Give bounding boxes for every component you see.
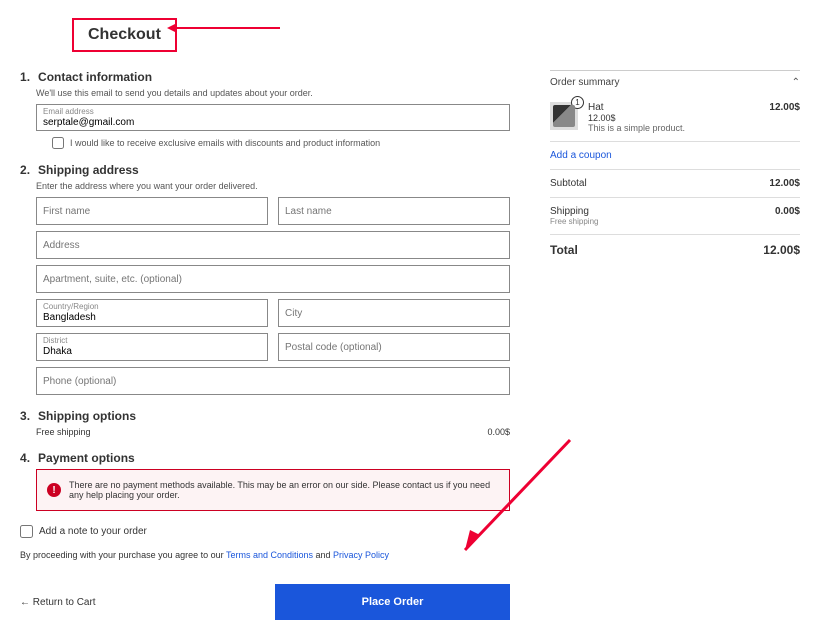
address-input[interactable]: [43, 240, 503, 251]
product-desc: This is a simple product.: [588, 123, 759, 133]
first-name-input[interactable]: [43, 206, 261, 217]
newsletter-label: I would like to receive exclusive emails…: [70, 138, 380, 148]
summary-ship-value: 0.00$: [775, 206, 800, 226]
return-cart-link[interactable]: Return to Cart: [20, 597, 96, 608]
error-icon: !: [47, 483, 61, 497]
country-field[interactable]: Country/Region: [36, 299, 268, 327]
phone-input[interactable]: [43, 376, 503, 387]
contact-desc: We'll use this email to send you details…: [36, 88, 510, 98]
note-label: Add a note to your order: [39, 526, 147, 537]
terms-text: By proceeding with your purchase you agr…: [20, 550, 510, 560]
shipping-desc: Enter the address where you want your or…: [36, 181, 510, 191]
place-order-button[interactable]: Place Order: [275, 584, 510, 620]
phone-field[interactable]: [36, 367, 510, 395]
product-price-line: 12.00$: [588, 113, 759, 123]
city-input[interactable]: [285, 308, 503, 319]
product-thumbnail: 1: [550, 102, 578, 130]
ship-method: Free shipping: [36, 427, 91, 437]
email-input[interactable]: [43, 117, 503, 128]
email-label: Email address: [43, 108, 503, 116]
address-field[interactable]: [36, 231, 510, 259]
email-field[interactable]: Email address: [36, 104, 510, 131]
country-input[interactable]: [43, 312, 261, 323]
summary-product-row: 1 Hat 12.00$ This is a simple product. 1…: [550, 94, 800, 141]
district-input[interactable]: [43, 346, 261, 357]
district-field[interactable]: District: [36, 333, 268, 361]
product-line-total: 12.00$: [769, 102, 800, 133]
subtotal-value: 12.00$: [769, 178, 800, 189]
summary-ship-sub: Free shipping: [550, 217, 598, 226]
qty-badge: 1: [571, 96, 584, 109]
postal-field[interactable]: [278, 333, 510, 361]
summary-ship-label: Shipping: [550, 206, 598, 217]
note-checkbox[interactable]: [20, 525, 33, 538]
summary-title: Order summary: [550, 77, 619, 88]
apt-field[interactable]: [36, 265, 510, 293]
payment-error-text: There are no payment methods available. …: [69, 480, 499, 500]
country-label: Country/Region: [43, 303, 261, 311]
section-heading-payment: Payment options: [20, 451, 510, 465]
terms-link[interactable]: Terms and Conditions: [226, 550, 313, 560]
newsletter-checkbox[interactable]: [52, 137, 64, 149]
total-label: Total: [550, 243, 578, 257]
section-heading-ship-opts: Shipping options: [20, 409, 510, 423]
district-label: District: [43, 337, 261, 345]
product-name: Hat: [588, 102, 759, 113]
last-name-field[interactable]: [278, 197, 510, 225]
ship-cost: 0.00$: [487, 427, 510, 437]
section-heading-contact: Contact information: [20, 70, 510, 84]
subtotal-label: Subtotal: [550, 178, 587, 189]
annotation-arrow-title: [170, 27, 280, 29]
first-name-field[interactable]: [36, 197, 268, 225]
chevron-up-icon: ⌃: [792, 77, 800, 88]
add-coupon-link[interactable]: Add a coupon: [550, 141, 800, 170]
payment-error-alert: ! There are no payment methods available…: [36, 469, 510, 511]
summary-header[interactable]: Order summary ⌃: [550, 70, 800, 94]
section-heading-shipping: Shipping address: [20, 163, 510, 177]
postal-input[interactable]: [285, 342, 503, 353]
city-field[interactable]: [278, 299, 510, 327]
last-name-input[interactable]: [285, 206, 503, 217]
privacy-link[interactable]: Privacy Policy: [333, 550, 389, 560]
apt-input[interactable]: [43, 274, 503, 285]
total-value: 12.00$: [763, 243, 800, 257]
